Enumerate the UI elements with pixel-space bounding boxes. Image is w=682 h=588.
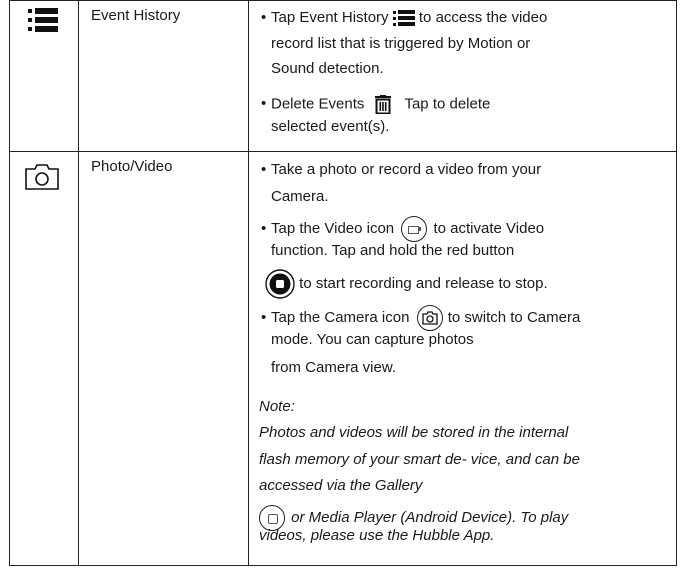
note-text: videos, please use the Hubble App. xyxy=(259,527,495,544)
desc-text: Tap to delete xyxy=(404,95,491,113)
note-text: flash memory of your smart de- vice, and… xyxy=(259,451,580,468)
note-label: Note: xyxy=(259,398,295,415)
desc-text: function. Tap and hold the red button xyxy=(271,242,515,259)
desc-text: from Camera view. xyxy=(271,359,397,376)
desc-text: Take a photo or record a video from your xyxy=(271,161,542,178)
feature-name: Photo/Video xyxy=(78,151,249,566)
bullet: • xyxy=(261,95,267,112)
bullet: • xyxy=(261,220,267,237)
bullet: • xyxy=(261,161,267,178)
desc-text: Tap the Video icon xyxy=(271,219,395,237)
feature-name: Event History xyxy=(78,0,249,152)
table-row: Event History • Tap Event History to acc… xyxy=(9,0,677,152)
desc-text: Tap Event History xyxy=(271,9,389,26)
camera-icon xyxy=(25,164,59,190)
video-icon xyxy=(401,216,428,242)
description-cell: • Take a photo or record a video from yo… xyxy=(248,151,677,566)
bullet: • xyxy=(261,9,267,26)
desc-text: to access the video xyxy=(418,9,548,26)
note-text: accessed via the Gallery xyxy=(259,477,423,494)
list-icon xyxy=(392,9,415,26)
icon-cell xyxy=(9,0,79,152)
desc-text: selected event(s). xyxy=(271,118,390,135)
trash-icon xyxy=(374,95,391,114)
table-row: Photo/Video • Take a photo or record a v… xyxy=(9,151,677,566)
feature-table: Event History • Tap Event History to acc… xyxy=(9,0,677,566)
desc-text: Camera. xyxy=(271,188,329,205)
camera-icon xyxy=(416,305,443,331)
desc-text: mode. You can capture photos xyxy=(271,331,474,348)
desc-text: to switch to Camera xyxy=(447,308,581,326)
list-icon xyxy=(28,8,58,32)
note-text: Photos and videos will be stored in the … xyxy=(259,424,569,441)
note-text: or Media Player (Android Device). To pla… xyxy=(291,508,569,526)
record-button-icon xyxy=(265,269,295,299)
desc-text: Tap the Camera icon xyxy=(271,308,410,326)
icon-cell xyxy=(9,151,79,566)
desc-text: Sound detection. xyxy=(271,60,384,77)
desc-text: to start recording and release to stop. xyxy=(299,274,548,292)
bullet: • xyxy=(261,309,267,326)
desc-text: record list that is triggered by Motion … xyxy=(271,35,531,52)
description-cell: • Tap Event History to access the video … xyxy=(248,0,677,152)
desc-text: Delete Events xyxy=(271,95,365,113)
desc-text: to activate Video xyxy=(433,219,545,237)
